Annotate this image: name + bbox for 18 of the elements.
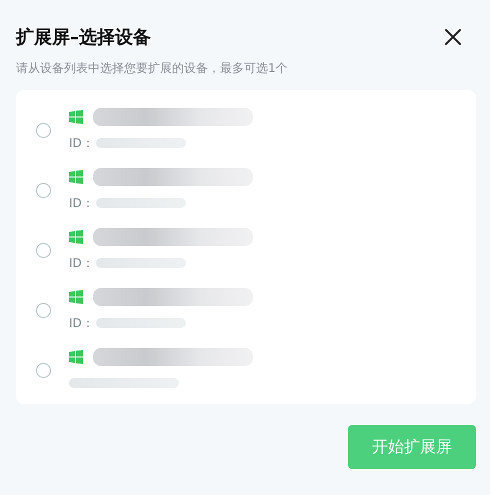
- windows-icon: [69, 290, 83, 304]
- id-label: ID：: [69, 254, 94, 272]
- radio-button[interactable]: [36, 302, 51, 318]
- windows-icon: [69, 110, 83, 124]
- windows-icon: [69, 170, 83, 184]
- windows-icon: [69, 230, 83, 244]
- radio-button[interactable]: [36, 122, 51, 138]
- dialog-subtitle: 请从设备列表中选择您要扩展的设备，最多可选1个: [16, 60, 289, 77]
- radio-button[interactable]: [36, 242, 51, 258]
- start-button[interactable]: 开始扩展屏: [348, 425, 476, 469]
- id-label: ID：: [69, 314, 94, 332]
- radio-button[interactable]: [36, 182, 51, 198]
- radio-button[interactable]: [36, 362, 51, 378]
- dialog-title: 扩展屏–选择设备: [16, 26, 151, 49]
- id-label: ID：: [69, 134, 94, 152]
- close-icon[interactable]: [444, 28, 462, 46]
- id-label: ID：: [69, 194, 94, 212]
- windows-icon: [69, 350, 83, 364]
